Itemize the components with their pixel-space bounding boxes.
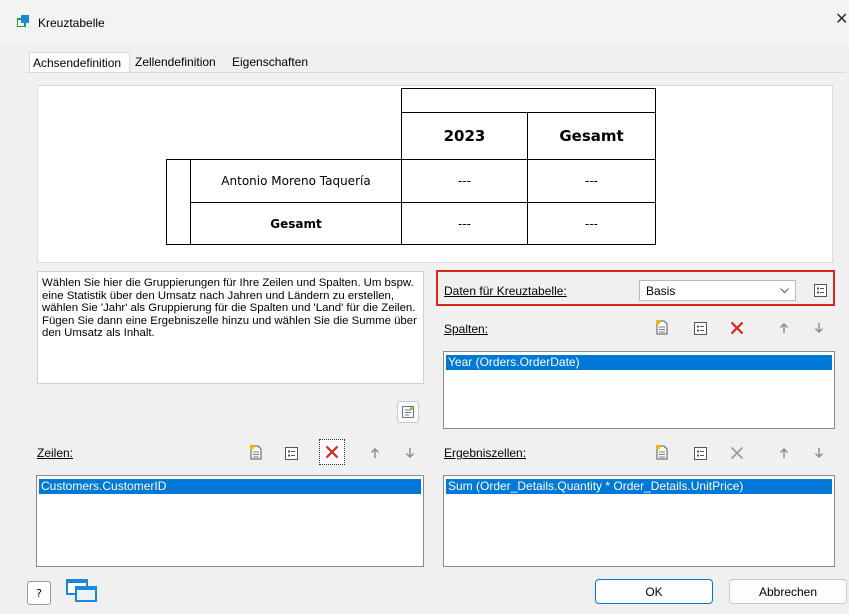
ok-button[interactable]: OK xyxy=(595,579,713,604)
wizard-icon xyxy=(402,406,414,418)
spalten-label: Spalten: xyxy=(444,322,489,336)
tab-zellendefinition[interactable]: Zellendefinition xyxy=(132,52,228,72)
datasource-select[interactable]: Basis xyxy=(639,280,796,301)
preview-row-label: Antonio Moreno Taquería xyxy=(190,159,402,203)
new-item-icon xyxy=(655,444,668,460)
ergebnis-add-button[interactable] xyxy=(653,443,671,461)
close-icon[interactable]: ✕ xyxy=(835,12,848,28)
spalten-move-down-button[interactable] xyxy=(810,319,828,337)
ergebnis-delete-button[interactable] xyxy=(728,444,746,462)
zeilen-delete-button[interactable] xyxy=(319,439,345,465)
new-item-icon xyxy=(249,444,262,460)
spalten-add-button[interactable] xyxy=(653,318,671,336)
preview-cell: --- xyxy=(527,159,656,203)
ergebnis-move-down-button[interactable] xyxy=(810,444,828,462)
datasource-label: Daten für Kreuztabelle: xyxy=(444,284,567,298)
chevron-down-icon xyxy=(780,288,789,294)
arrow-down-icon xyxy=(406,448,414,458)
datasource-value: Basis xyxy=(646,284,676,298)
wizard-button[interactable] xyxy=(397,401,419,423)
ergebnis-properties-button[interactable] xyxy=(691,444,709,462)
delete-icon xyxy=(325,445,339,459)
cancel-button[interactable]: Abbrechen xyxy=(729,579,847,604)
ergebnis-label: Ergebniszellen: xyxy=(444,446,527,460)
preview-col-total: Gesamt xyxy=(527,112,656,160)
title-bar xyxy=(0,0,849,44)
zeilen-properties-button[interactable] xyxy=(282,444,300,462)
spalten-list[interactable]: Year (Orders.OrderDate) xyxy=(443,351,835,429)
preview-row-group-bar xyxy=(166,159,191,245)
arrow-up-icon xyxy=(371,448,379,458)
preview-row-total: Gesamt xyxy=(190,202,402,245)
preview-header-top xyxy=(401,88,656,113)
ergebnis-list[interactable]: Sum (Order_Details.Quantity * Order_Deta… xyxy=(443,475,835,567)
preview-cell: --- xyxy=(527,202,656,245)
zeilen-move-up-button[interactable] xyxy=(366,444,384,462)
arrow-up-icon xyxy=(780,448,788,458)
properties-icon xyxy=(693,446,707,460)
tab-eigenschaften[interactable]: Eigenschaften xyxy=(229,52,321,72)
new-item-icon xyxy=(655,319,668,335)
preview-col-header: 2023 xyxy=(401,112,528,160)
properties-icon xyxy=(284,446,298,460)
tab-achsendefinition[interactable]: Achsendefinition xyxy=(29,52,130,73)
crosstab-preview: 2023 Gesamt Antonio Moreno Taquería --- … xyxy=(37,85,833,263)
properties-icon xyxy=(693,321,707,335)
zeilen-move-down-button[interactable] xyxy=(401,444,419,462)
spalten-move-up-button[interactable] xyxy=(775,319,793,337)
zeilen-add-button[interactable] xyxy=(247,443,265,461)
help-text: Wählen Sie hier die Gruppierungen für Ih… xyxy=(37,271,424,384)
windows-icon[interactable] xyxy=(65,578,99,604)
preview-cell: --- xyxy=(401,159,528,203)
delete-icon xyxy=(730,446,744,460)
preview-cell: --- xyxy=(401,202,528,245)
ergebnis-move-up-button[interactable] xyxy=(775,444,793,462)
kreuztabelle-app-icon xyxy=(17,15,29,27)
window-title: Kreuztabelle xyxy=(38,16,105,30)
zeilen-label: Zeilen: xyxy=(37,446,74,460)
delete-icon xyxy=(730,321,744,335)
arrow-up-icon xyxy=(780,323,788,333)
question-icon: ? xyxy=(36,586,42,600)
list-item-selected[interactable]: Sum (Order_Details.Quantity * Order_Deta… xyxy=(446,479,832,494)
list-item-selected[interactable]: Customers.CustomerID xyxy=(39,479,421,494)
arrow-down-icon xyxy=(815,323,823,333)
datasource-properties-button[interactable] xyxy=(811,281,829,299)
zeilen-list[interactable]: Customers.CustomerID xyxy=(36,475,424,567)
properties-icon xyxy=(813,283,827,297)
arrow-down-icon xyxy=(815,448,823,458)
spalten-delete-button[interactable] xyxy=(728,319,746,337)
help-button[interactable]: ? xyxy=(27,581,51,605)
list-item-selected[interactable]: Year (Orders.OrderDate) xyxy=(446,355,832,370)
spalten-properties-button[interactable] xyxy=(691,319,709,337)
